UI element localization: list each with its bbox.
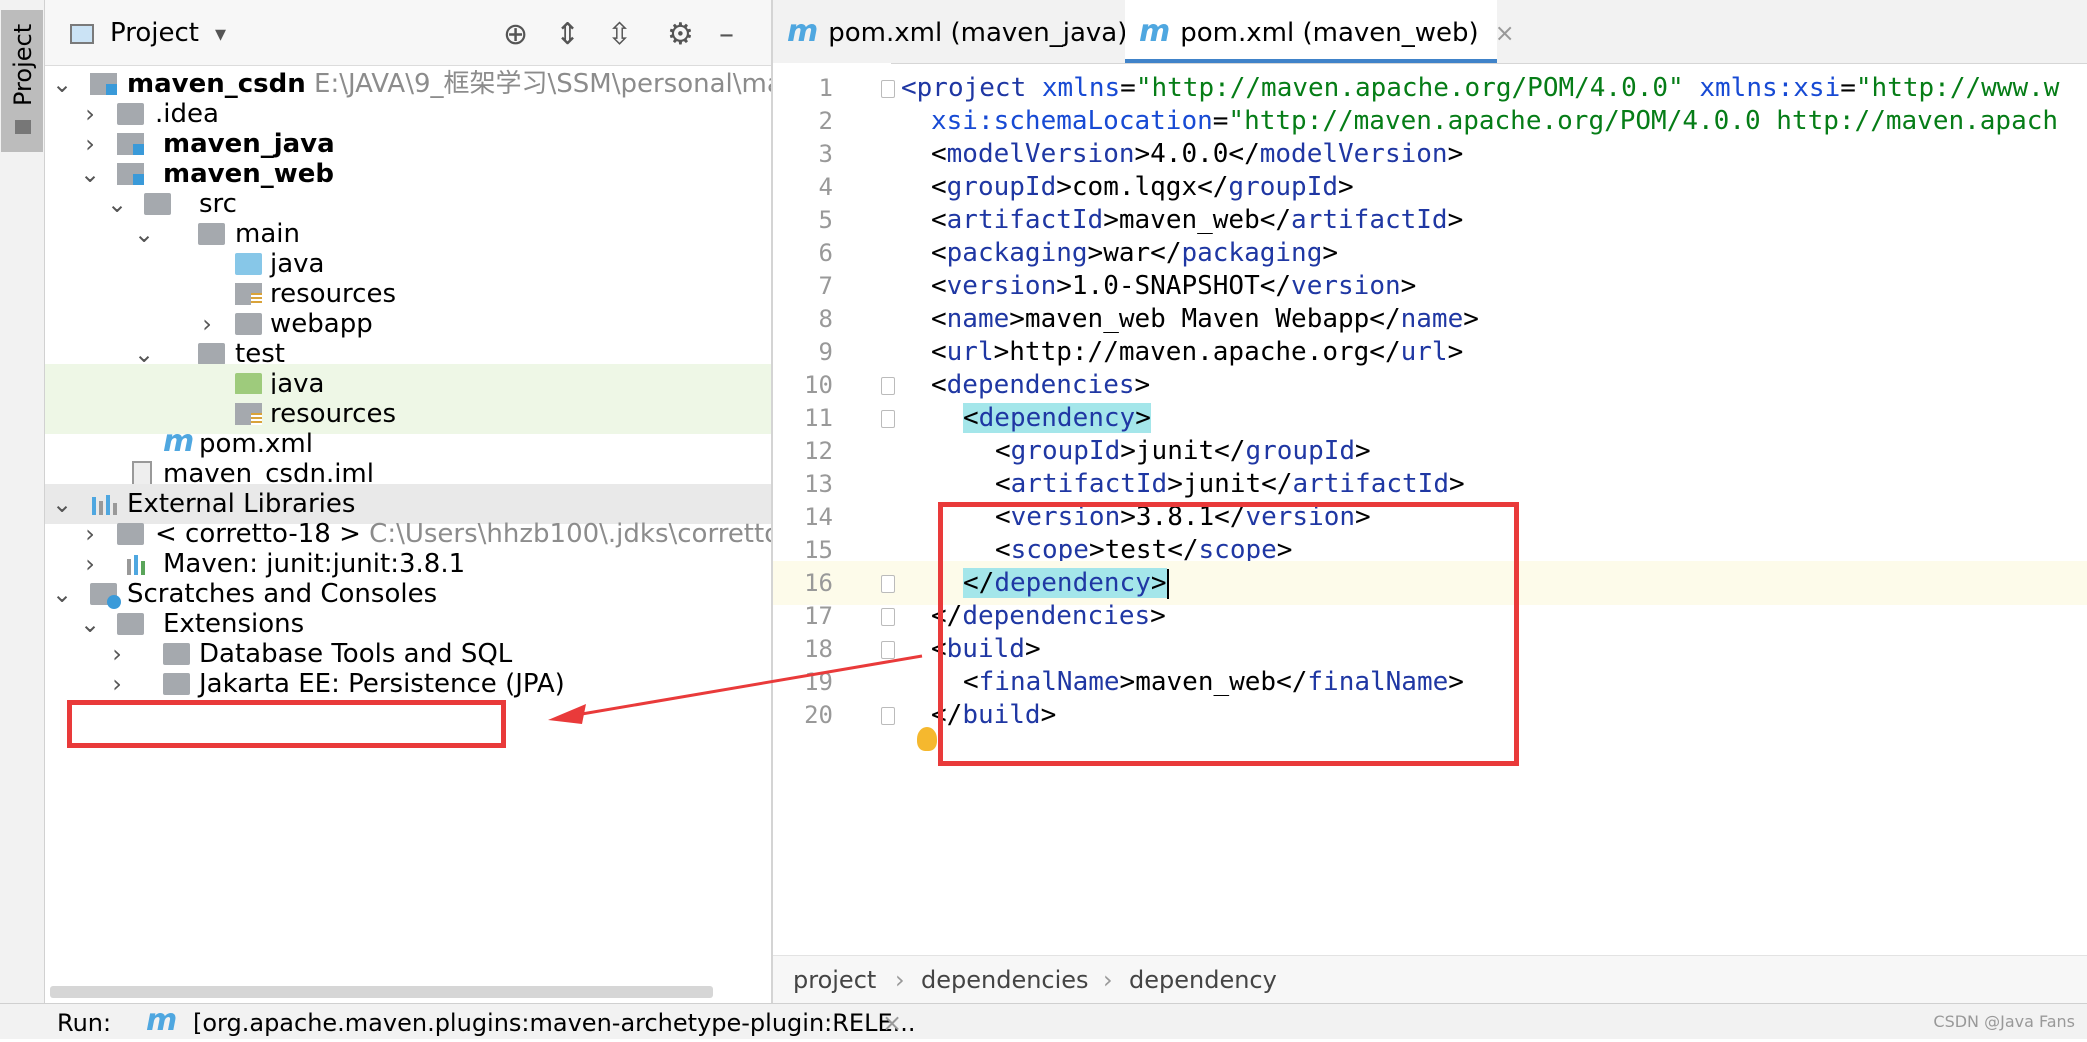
folder-icon [144,193,171,215]
module-folder-icon [90,73,117,95]
tool-window-stripe: Project [0,0,45,1003]
chevron-right-icon[interactable]: › [107,664,127,704]
chevron-right-icon: › [895,966,905,994]
breadcrumb-item[interactable]: dependencies [921,956,1089,1004]
project-panel-title[interactable]: Project [110,18,199,48]
lightbulb-icon[interactable] [917,727,937,751]
editor-tabs: m pom.xml (maven_java) m pom.xml (maven_we… [773,0,2087,64]
folder-icon [198,343,225,365]
library-icon [90,493,117,515]
fold-marker-icon[interactable] [881,80,895,98]
gear-icon[interactable]: ⚙ [667,17,694,52]
collapse-all-icon[interactable]: ⇳ [607,17,632,52]
folder-icon [15,120,31,134]
maven-m-icon: m [146,1003,178,1038]
project-view-icon [70,24,94,44]
tab-pom-maven-web[interactable]: m pom.xml (maven_web) × [1125,0,1515,63]
tab-label: pom.xml (maven_java) [828,18,1128,48]
fold-marker-icon[interactable] [881,575,895,593]
line-number: 20 [804,701,833,729]
close-icon[interactable]: × [882,1004,902,1042]
run-config-tab[interactable]: [org.apache.maven.plugins:maven-archetyp… [193,1004,916,1042]
project-panel: Project ▾ ⊕ ⇕ ⇳ ⚙ – ⌄ maven_csdn E:\JAVA… [45,0,773,1003]
source-folder-icon [235,253,262,275]
fold-marker-icon[interactable] [881,608,895,626]
breadcrumb: project › dependencies › dependency [773,955,2087,1004]
annotation-box-junit-library [67,700,506,748]
test-folder-icon [235,373,262,395]
hide-panel-icon[interactable]: – [719,17,734,52]
test-resources-folder-icon [235,403,262,425]
tree-item-jakarta-ee[interactable]: › Jakarta EE: Persistence (JPA) [45,664,771,704]
folder-icon [117,103,144,125]
jdk-folder-icon [117,523,144,545]
project-panel-header: Project ▾ ⊕ ⇕ ⇳ ⚙ – [45,0,771,66]
folder-icon [163,643,190,665]
tab-pom-maven-java[interactable]: m pom.xml (maven_java) [773,0,1128,63]
module-folder-icon [117,133,144,155]
horizontal-scrollbar[interactable] [50,986,713,998]
library-icon [125,553,152,575]
tab-label: pom.xml (maven_web) [1180,18,1479,48]
project-tool-window-label: Project [9,23,37,106]
run-label: Run: [57,1009,112,1037]
folder-icon [117,613,144,635]
watermark: CSDN @Java Fans [1933,1012,2075,1031]
folder-icon [198,223,225,245]
breadcrumb-item[interactable]: project [793,956,876,1004]
expand-all-icon[interactable]: ⇕ [555,17,580,52]
fold-marker-icon[interactable] [881,410,895,428]
chevron-down-icon[interactable]: ▾ [215,22,226,47]
locate-file-icon[interactable]: ⊕ [503,17,528,52]
project-tool-window-tab[interactable]: Project [1,10,43,152]
breadcrumb-item[interactable]: dependency [1129,956,1277,1004]
scratches-icon [90,583,121,609]
fold-marker-icon[interactable] [881,641,895,659]
maven-m-icon: m [1139,14,1171,49]
fold-marker-icon[interactable] [881,377,895,395]
maven-m-icon: m [787,14,819,49]
tree-item-label: Jakarta EE: Persistence (JPA) [199,669,565,699]
folder-icon [163,673,190,695]
run-tool-window-bar: Run: m [org.apache.maven.plugins:maven-a… [0,1003,2087,1039]
resources-folder-icon [235,283,262,305]
folder-icon [235,313,262,335]
annotation-box-dependency [938,502,1519,766]
module-folder-icon [117,163,144,185]
chevron-right-icon: › [1103,966,1113,994]
fold-marker-icon[interactable] [881,707,895,725]
close-icon[interactable]: × [1495,19,1515,47]
